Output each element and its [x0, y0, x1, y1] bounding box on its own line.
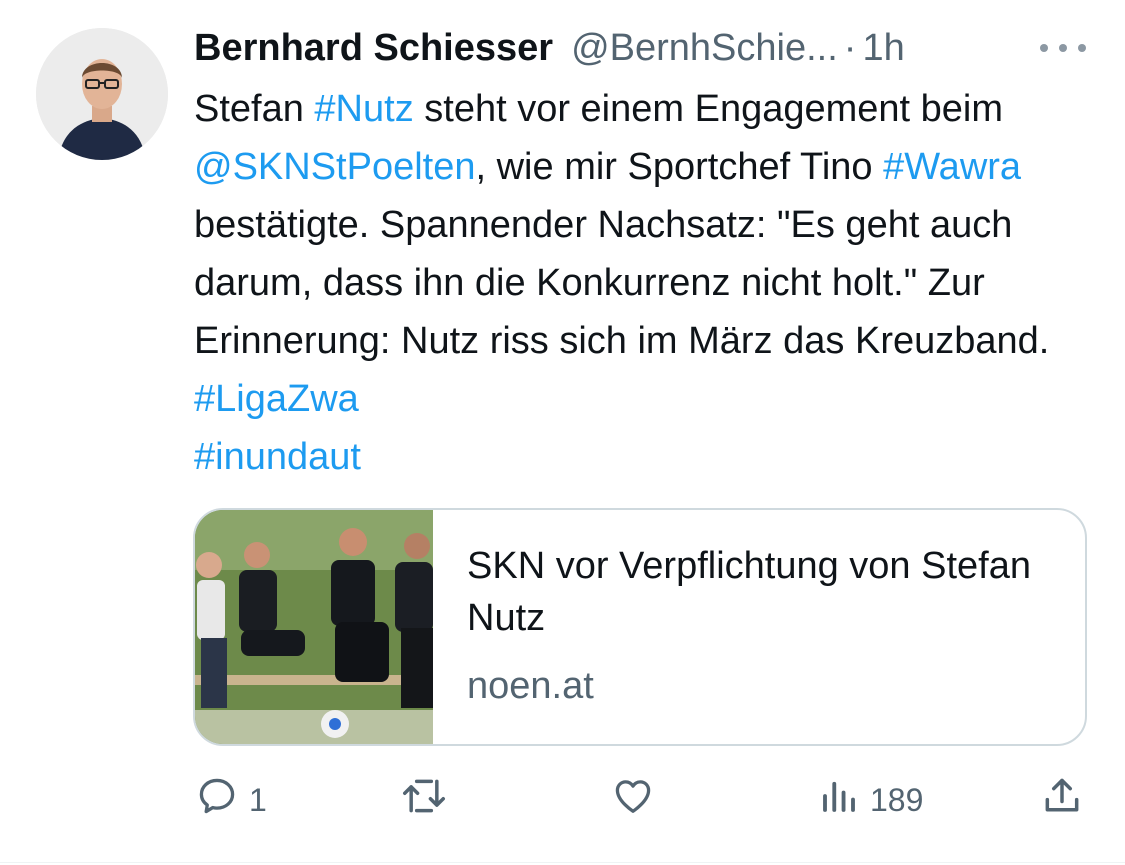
reply-button[interactable]: 1 [195, 770, 267, 830]
action-bar: 1 189 [0, 770, 1125, 830]
card-title: SKN vor Verpflichtung von Stefan Nutz [467, 545, 1031, 639]
views-button[interactable]: 189 [818, 770, 923, 830]
text-segment: , wie mir Sportchef Tino [475, 146, 884, 188]
tweet[interactable]: Bernhard Schiesser @BernhSchie... · 1h S… [0, 0, 1125, 865]
mention-link[interactable]: @SKNStPoelten [194, 146, 476, 188]
text-segment: bestätigte. Spannender Nachsatz: "Es geh… [194, 204, 1050, 362]
separator: · [843, 27, 857, 69]
views-count: 189 [870, 781, 924, 818]
tweet-header: Bernhard Schiesser @BernhSchie... · 1h [194, 24, 905, 72]
views-icon [818, 774, 860, 826]
like-button[interactable] [610, 770, 666, 830]
text-segment: Stefan [194, 88, 315, 130]
author-handle[interactable]: @BernhSchie... [571, 24, 838, 72]
card-image [195, 510, 433, 744]
share-icon [1040, 774, 1084, 826]
timestamp[interactable]: 1h [862, 24, 904, 72]
text-segment: steht vor einem Engagement beim [413, 88, 1004, 130]
hashtag-link[interactable]: #Nutz [314, 88, 413, 130]
retweet-button[interactable] [400, 770, 458, 830]
avatar[interactable] [36, 28, 168, 160]
reply-count: 1 [249, 781, 267, 818]
hashtag-link[interactable]: #inundaut [194, 436, 361, 478]
more-icon[interactable] [1040, 34, 1086, 62]
hashtag-link[interactable]: #LigaZwa [194, 378, 359, 420]
share-button[interactable] [1040, 770, 1084, 830]
hashtag-link[interactable]: #Wawra [883, 146, 1021, 188]
like-icon [610, 774, 656, 826]
author-name[interactable]: Bernhard Schiesser [194, 24, 553, 72]
tweet-text: Stefan #Nutz steht vor einem Engagement … [194, 80, 1094, 486]
card-domain: noen.at [467, 665, 594, 707]
divider [0, 862, 1125, 863]
reply-icon [195, 774, 239, 826]
link-preview-card[interactable]: SKN vor Verpflichtung von Stefan Nutz no… [193, 508, 1087, 746]
retweet-icon [400, 774, 448, 826]
